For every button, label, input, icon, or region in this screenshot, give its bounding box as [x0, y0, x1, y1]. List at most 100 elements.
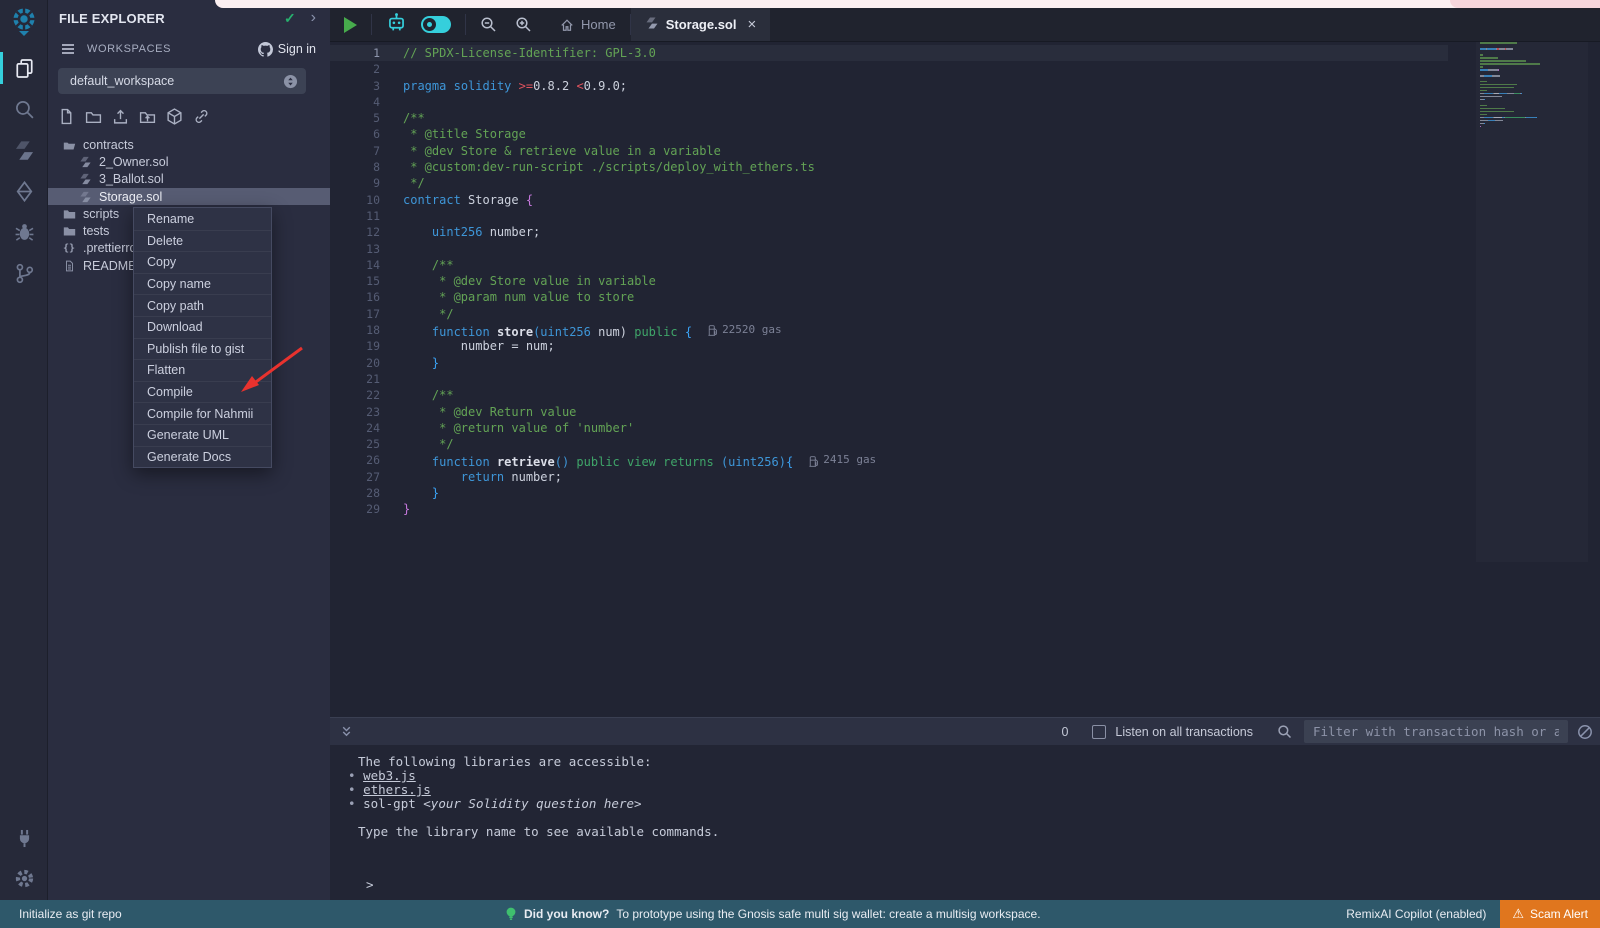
tab-storage-sol[interactable]: Storage.sol ×	[631, 8, 771, 41]
code-line: 7 * @dev Store & retrieve value in a var…	[330, 143, 1448, 159]
sidebar-item-debugger[interactable]	[0, 220, 48, 244]
sign-in-button[interactable]: Sign in	[258, 42, 316, 57]
terminal-prompt[interactable]: >	[338, 877, 374, 892]
link-icon[interactable]	[193, 108, 211, 126]
code-text: * @return value of 'number'	[380, 420, 634, 436]
tab-home[interactable]: Home	[546, 8, 630, 41]
minimap-line	[1480, 42, 1588, 44]
code-text: contract Storage {	[380, 192, 533, 208]
code-line: 25 */	[330, 436, 1448, 452]
code-line: 18 function store(uint256 num) public {2…	[330, 322, 1448, 338]
terminal-link[interactable]: ethers.js	[363, 782, 431, 797]
terminal-link[interactable]: web3.js	[363, 768, 416, 783]
minimap-line	[1480, 45, 1588, 47]
minimap-line	[1480, 117, 1588, 119]
chevron-right-icon[interactable]: ›	[311, 10, 316, 26]
line-number: 6	[330, 126, 380, 142]
context-menu-item-copy-path[interactable]: Copy path	[134, 294, 271, 316]
minimap-line	[1480, 114, 1588, 116]
minimap-line	[1480, 84, 1588, 86]
sidebar-item-file-explorer[interactable]	[0, 56, 48, 80]
upload-file-icon[interactable]	[112, 108, 130, 126]
copilot-status[interactable]: RemixAI Copilot (enabled)	[1346, 907, 1486, 921]
new-folder-icon[interactable]	[85, 108, 103, 126]
code-line: 22 /**	[330, 387, 1448, 403]
context-menu-item-copy-name[interactable]: Copy name	[134, 273, 271, 295]
context-menu-item-delete[interactable]: Delete	[134, 230, 271, 252]
minimap-line	[1480, 48, 1588, 50]
line-number: 5	[330, 110, 380, 126]
line-number: 4	[330, 94, 380, 110]
terminal-output[interactable]: The following libraries are accessible:•…	[330, 745, 1600, 900]
tree-item-label: tests	[83, 224, 109, 238]
copilot-toggle[interactable]	[421, 16, 451, 33]
code-text: * @dev Store & retrieve value in a varia…	[380, 143, 721, 159]
zoom-in-icon[interactable]	[515, 16, 532, 33]
minimap-line	[1480, 96, 1588, 98]
code-text: /**	[380, 387, 454, 403]
context-menu-item-download[interactable]: Download	[134, 316, 271, 338]
workspace-select[interactable]: default_workspace	[58, 68, 306, 94]
code-text: * @custom:dev-run-script ./scripts/deplo…	[380, 159, 815, 175]
minimap-line	[1480, 93, 1588, 95]
minimap-line	[1480, 57, 1588, 59]
code-rows: 1// SPDX-License-Identifier: GPL-3.023pr…	[330, 45, 1448, 518]
sidebar-item-deploy-run[interactable]	[0, 179, 48, 203]
github-icon	[258, 42, 273, 57]
lightbulb-icon	[505, 907, 517, 922]
line-number: 9	[330, 175, 380, 191]
sidebar-item-settings[interactable]	[0, 866, 48, 890]
context-menu-item-copy[interactable]: Copy	[134, 251, 271, 273]
context-menu-item-rename[interactable]: Rename	[134, 208, 271, 230]
zoom-out-icon[interactable]	[480, 16, 497, 33]
context-menu-item-compile-for-nahmii[interactable]: Compile for Nahmii	[134, 402, 271, 424]
hamburger-icon[interactable]	[60, 41, 76, 57]
minimap[interactable]	[1476, 42, 1588, 562]
sidebar-item-solidity-compiler[interactable]	[0, 138, 48, 162]
close-tab-icon[interactable]: ×	[747, 16, 756, 33]
tree-item-storage-sol[interactable]: Storage.sol	[48, 188, 330, 205]
context-menu-item-publish-file-to-gist[interactable]: Publish file to gist	[134, 338, 271, 360]
line-number: 27	[330, 469, 380, 485]
code-text: uint256 number;	[380, 224, 540, 240]
slash-circle-icon[interactable]	[1577, 724, 1593, 740]
code-editor[interactable]: 1// SPDX-License-Identifier: GPL-3.023pr…	[330, 42, 1600, 717]
rail-items	[0, 56, 48, 285]
code-line: 29}	[330, 501, 1448, 517]
minimap-line	[1480, 63, 1588, 65]
context-menu-item-generate-docs[interactable]: Generate Docs	[134, 446, 271, 468]
code-line: 14 /**	[330, 257, 1448, 273]
run-script-button[interactable]	[344, 17, 357, 33]
transaction-filter-input[interactable]	[1304, 720, 1568, 743]
ipfs-cube-icon[interactable]	[166, 108, 184, 126]
remix-logo[interactable]	[8, 6, 40, 40]
context-menu-item-compile[interactable]: Compile	[134, 381, 271, 403]
line-number: 14	[330, 257, 380, 273]
deploy-icon	[14, 181, 35, 202]
code-text: * @param num value to store	[380, 289, 634, 305]
code-line: 2	[330, 61, 1448, 77]
sidebar-item-search[interactable]	[0, 97, 48, 121]
code-text: }	[380, 355, 439, 371]
code-text: * @dev Return value	[380, 404, 576, 420]
did-you-know-tip: Did you know? To prototype using the Gno…	[505, 907, 1041, 922]
context-menu-item-flatten[interactable]: Flatten	[134, 359, 271, 381]
sidebar-item-plugin-manager[interactable]	[0, 826, 48, 850]
minimap-line	[1480, 99, 1588, 101]
search-icon[interactable]	[1277, 724, 1292, 739]
tree-item-2-owner-sol[interactable]: 2_Owner.sol	[48, 153, 330, 170]
line-number: 18	[330, 322, 380, 338]
git-init-status[interactable]: Initialize as git repo	[19, 907, 122, 921]
sidebar-item-git[interactable]	[0, 261, 48, 285]
tree-item-label: 3_Ballot.sol	[99, 172, 164, 186]
listen-all-checkbox[interactable]	[1092, 725, 1106, 739]
upload-folder-icon[interactable]	[139, 108, 157, 126]
tree-item-3-ballot-sol[interactable]: 3_Ballot.sol	[48, 171, 330, 188]
double-chevron-down-icon[interactable]	[339, 724, 354, 739]
tree-item-contracts[interactable]: contracts	[48, 136, 330, 153]
scam-alert-button[interactable]: ⚠ Scam Alert	[1500, 900, 1600, 928]
context-menu-item-generate-uml[interactable]: Generate UML	[134, 424, 271, 446]
line-number: 3	[330, 78, 380, 94]
new-file-icon[interactable]	[58, 108, 76, 126]
ai-assistant-icon[interactable]	[386, 12, 407, 38]
